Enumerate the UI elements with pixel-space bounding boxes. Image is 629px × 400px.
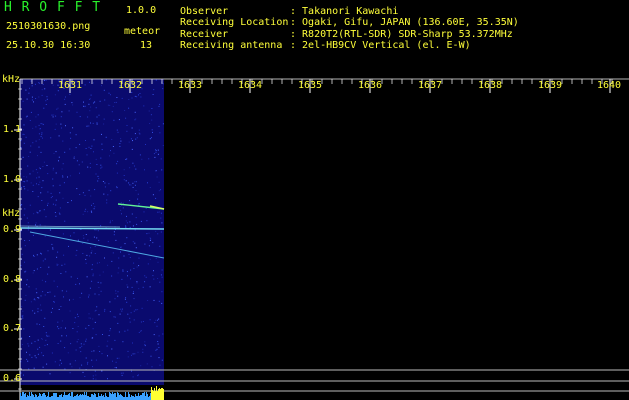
x-axis-unit: kHz [2, 74, 21, 85]
y-tick-label: 1.0 [3, 174, 22, 185]
x-tick-label: 1631 [58, 80, 83, 91]
x-tick-label: 1632 [118, 80, 143, 91]
signal-level-bars [20, 386, 164, 400]
x-tick-label: 1638 [478, 80, 503, 91]
x-tick-label: 1635 [298, 80, 323, 91]
y-tick-label: 1.1 [3, 124, 22, 135]
x-tick-label: 1640 [597, 80, 622, 91]
y-axis-unit: kHz [2, 208, 21, 219]
y-tick-label: 0.6 [3, 373, 22, 384]
y-tick-label: 0.7 [3, 323, 22, 334]
y-tick-label: 0.9 [3, 224, 22, 235]
spectrogram-plot [0, 78, 629, 400]
x-tick-label: 1636 [358, 80, 383, 91]
x-tick-label: 1634 [238, 80, 263, 91]
x-tick-label: 1637 [418, 80, 443, 91]
x-tick-label: 1639 [538, 80, 563, 91]
y-tick-label: 0.8 [3, 274, 22, 285]
x-tick-label: 1633 [178, 80, 203, 91]
